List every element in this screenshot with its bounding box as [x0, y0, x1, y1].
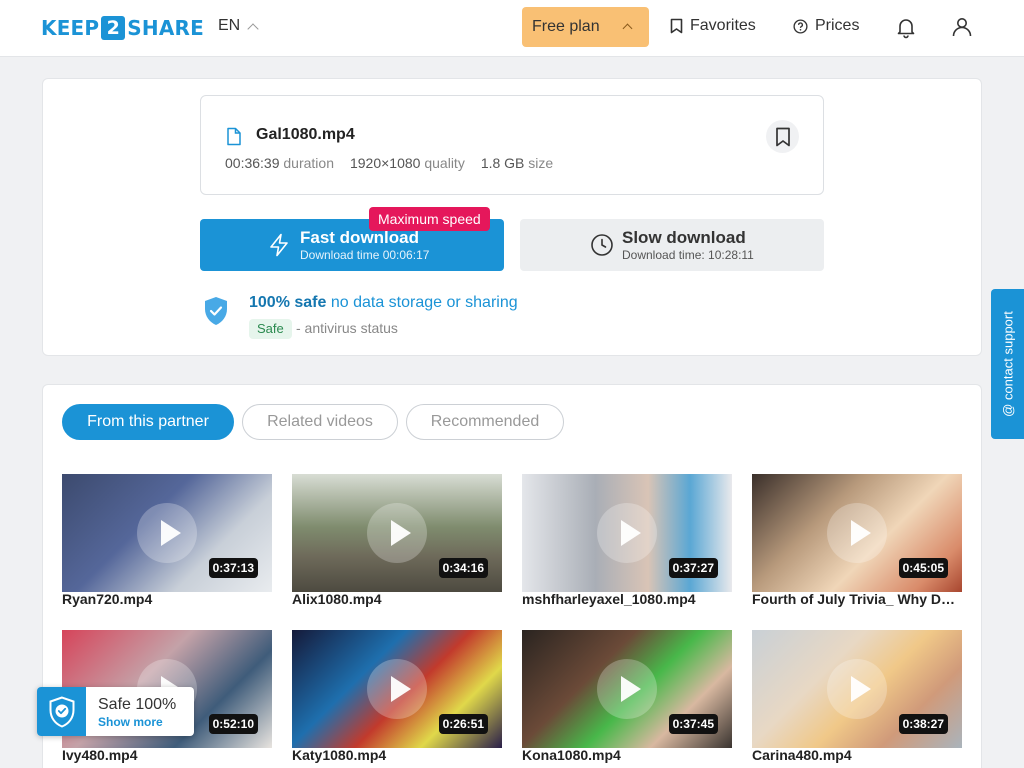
play-icon	[597, 659, 657, 719]
video-duration: 0:37:27	[668, 558, 718, 578]
play-icon	[137, 503, 197, 563]
video-duration: 0:26:51	[438, 714, 488, 734]
language-selector[interactable]: EN	[218, 17, 259, 35]
lightning-icon	[270, 233, 288, 257]
favorites-link[interactable]: Favorites	[670, 17, 756, 35]
play-icon	[827, 503, 887, 563]
user-icon[interactable]	[950, 15, 974, 39]
video-thumbnail[interactable]: 0:38:27	[752, 630, 962, 748]
video-thumbnail[interactable]: 0:37:27	[522, 474, 732, 592]
keep2share-logo[interactable]: KEEP 2 SHARE	[41, 16, 204, 40]
video-thumbnail[interactable]: 0:37:45	[522, 630, 732, 748]
bookmark-icon	[775, 127, 790, 146]
video-title[interactable]: Ryan720.mp4	[62, 591, 272, 607]
video-title[interactable]: Alix1080.mp4	[292, 591, 502, 607]
file-info-box	[200, 95, 824, 195]
video-title[interactable]: Katy1080.mp4	[292, 747, 502, 763]
tab-from-this-partner[interactable]: From this partner	[62, 404, 234, 440]
top-header: KEEP 2 SHARE EN Free plan Favorites Prices	[0, 0, 1024, 57]
slow-download-button[interactable]: Slow download Download time: 10:28:11	[520, 219, 824, 271]
chevron-up-icon	[622, 23, 633, 34]
help-circle-icon	[793, 18, 808, 34]
shield-check-icon	[37, 687, 86, 736]
video-thumbnail[interactable]: 0:37:13	[62, 474, 272, 592]
video-thumbnail[interactable]: 0:34:16	[292, 474, 502, 592]
video-title[interactable]: Kona1080.mp4	[522, 747, 732, 763]
video-duration: 0:38:27	[898, 714, 948, 734]
tab-related-videos[interactable]: Related videos	[242, 404, 398, 440]
file-icon	[226, 127, 242, 151]
add-to-favorites-button[interactable]	[766, 120, 799, 153]
play-icon	[367, 503, 427, 563]
bookmark-icon	[670, 18, 683, 34]
video-title[interactable]: mshfharleyaxel_1080.mp4	[522, 591, 732, 607]
file-name: Gal1080.mp4	[256, 126, 355, 143]
maximum-speed-badge: Maximum speed	[369, 207, 490, 231]
contact-support-tab[interactable]: @ contact support	[991, 289, 1024, 439]
video-title[interactable]: Fourth of July Trivia_ Why Do You Know	[752, 591, 962, 607]
tab-recommended[interactable]: Recommended	[406, 404, 564, 440]
prices-link[interactable]: Prices	[793, 17, 859, 35]
play-icon	[827, 659, 887, 719]
shield-check-icon	[203, 296, 229, 331]
file-meta: 00:36:39 duration 1920×1080 quality 1.8 GB…	[225, 155, 554, 171]
video-duration: 0:37:45	[668, 714, 718, 734]
clock-icon	[591, 234, 613, 256]
show-more-link[interactable]: Show more	[98, 715, 163, 729]
antivirus-status-label: - antivirus status	[296, 320, 398, 336]
video-duration: 0:45:05	[898, 558, 948, 578]
chevron-up-icon	[247, 22, 259, 35]
video-title[interactable]: Ivy480.mp4	[62, 747, 272, 763]
video-thumbnail[interactable]: 0:26:51	[292, 630, 502, 748]
video-duration: 0:37:13	[208, 558, 258, 578]
free-plan-button[interactable]: Free plan	[522, 7, 649, 47]
video-duration: 0:52:10	[208, 714, 258, 734]
safety-statement: 100% safe no data storage or sharing	[249, 294, 518, 311]
video-title[interactable]: Carina480.mp4	[752, 747, 962, 763]
play-icon	[597, 503, 657, 563]
video-duration: 0:34:16	[438, 558, 488, 578]
video-thumbnail[interactable]: 0:45:05	[752, 474, 962, 592]
bell-icon[interactable]	[894, 15, 918, 39]
safe-status-badge: Safe	[249, 319, 292, 339]
safe-widget[interactable]: Safe 100% Show more	[37, 687, 194, 736]
play-icon	[367, 659, 427, 719]
